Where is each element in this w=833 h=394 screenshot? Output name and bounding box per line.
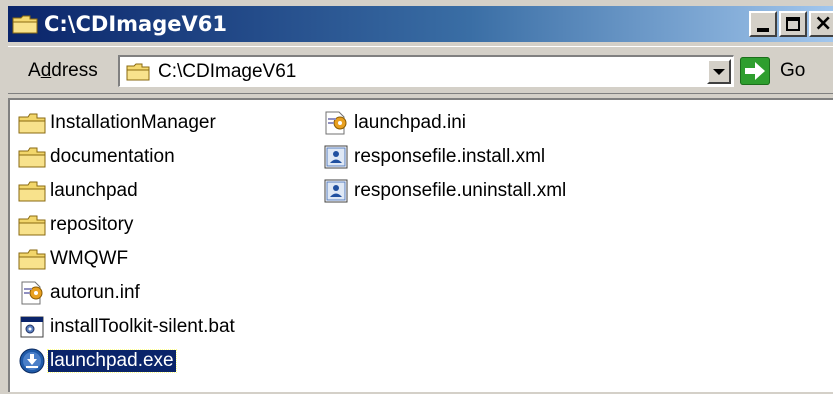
folder-icon	[12, 13, 38, 35]
file-name: responsefile.install.xml	[354, 146, 546, 167]
go-button[interactable]: Go	[740, 55, 805, 87]
list-item[interactable]: installToolkit-silent.bat	[18, 312, 237, 342]
list-item-selected[interactable]: launchpad.exe	[18, 346, 177, 376]
explorer-window: C:\CDImageV61 × Address C:\CDImageV61 Go…	[0, 0, 833, 394]
settings-file-icon	[18, 280, 46, 306]
list-item[interactable]: repository	[18, 210, 135, 240]
title-bar[interactable]: C:\CDImageV61 ×	[8, 6, 833, 42]
list-item[interactable]: WMQWF	[18, 244, 130, 274]
xml-file-icon	[322, 178, 350, 204]
batch-file-icon	[18, 314, 46, 340]
xml-file-icon	[322, 144, 350, 170]
list-item[interactable]: documentation	[18, 142, 177, 172]
address-value: C:\CDImageV61	[158, 60, 297, 82]
address-dropdown-button[interactable]	[707, 59, 731, 84]
chevron-down-icon	[713, 69, 725, 75]
close-icon: ×	[814, 11, 833, 36]
file-name: responsefile.uninstall.xml	[354, 180, 567, 201]
file-name: launchpad.ini	[354, 112, 466, 133]
window-title: C:\CDImageV61	[44, 12, 227, 36]
maximize-button[interactable]	[779, 11, 807, 37]
folder-icon	[18, 110, 46, 136]
launchpad-exe-icon	[18, 348, 46, 374]
file-name: installToolkit-silent.bat	[50, 316, 235, 337]
list-item[interactable]: InstallationManager	[18, 108, 218, 138]
file-name: launchpad	[50, 180, 138, 201]
folder-icon	[126, 62, 150, 82]
list-item[interactable]: responsefile.uninstall.xml	[322, 176, 568, 206]
folder-icon	[18, 178, 46, 204]
address-input[interactable]: C:\CDImageV61	[118, 55, 734, 87]
file-name: InstallationManager	[50, 112, 216, 133]
file-list[interactable]: InstallationManager documentation launch…	[8, 98, 833, 392]
list-item[interactable]: responsefile.install.xml	[322, 142, 547, 172]
folder-icon	[18, 212, 46, 238]
folder-icon	[18, 144, 46, 170]
folder-icon	[18, 246, 46, 272]
file-name: autorun.inf	[50, 282, 140, 303]
window-controls: ×	[749, 11, 833, 37]
list-item[interactable]: launchpad.ini	[322, 108, 468, 138]
list-item[interactable]: launchpad	[18, 176, 140, 206]
settings-file-icon	[322, 110, 350, 136]
maximize-icon	[786, 17, 800, 31]
close-button[interactable]: ×	[809, 11, 833, 37]
go-label: Go	[780, 60, 806, 81]
address-label: Address	[28, 60, 98, 81]
file-name: repository	[50, 214, 134, 235]
file-name: documentation	[50, 146, 175, 167]
minimize-button[interactable]	[749, 11, 777, 37]
minimize-icon	[757, 28, 769, 32]
list-item[interactable]: autorun.inf	[18, 278, 142, 308]
go-arrow-icon	[740, 57, 770, 85]
file-name: WMQWF	[50, 248, 129, 269]
file-name: launchpad.exe	[47, 349, 177, 373]
address-bar: Address C:\CDImageV61 Go	[8, 46, 833, 94]
